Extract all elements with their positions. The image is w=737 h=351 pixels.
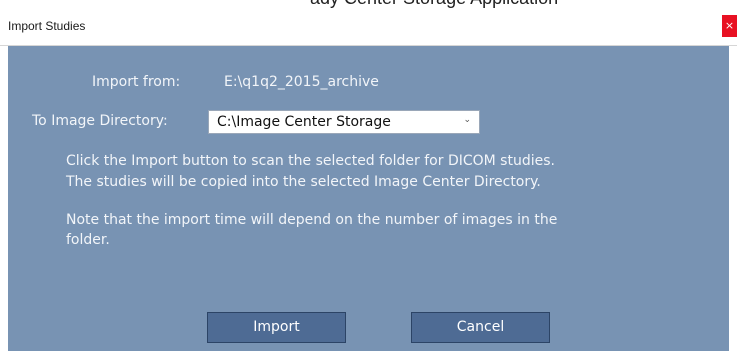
import-from-path: E:\q1q2_2015_archive [224,74,379,90]
image-directory-selected: C:\Image Center Storage [217,114,391,130]
import-studies-dialog: Import Studies × Import from: E:\q1q2_20… [0,8,737,351]
close-button[interactable]: × [722,15,737,37]
note-line-2: folder. [66,232,110,248]
description-line-1: Click the Import button to scan the sele… [66,153,555,169]
import-from-label: Import from: [92,74,181,90]
background-window-strip: ady Center Storage Application [0,0,737,8]
chevron-down-icon: ⌄ [463,115,471,125]
image-directory-select[interactable]: C:\Image Center Storage ⌄ [208,110,480,134]
title-bar: Import Studies × [0,8,737,46]
background-window-text: ady Center Storage Application [310,0,558,8]
note-line-1: Note that the import time will depend on… [66,212,558,228]
import-button[interactable]: Import [207,312,346,343]
dialog-body: Import from: E:\q1q2_2015_archive To Ima… [8,46,729,351]
close-icon: × [724,19,735,32]
cancel-button[interactable]: Cancel [411,312,550,343]
image-directory-label: To Image Directory: [32,113,168,129]
dialog-title: Import Studies [8,19,86,33]
description-line-2: The studies will be copied into the sele… [66,174,541,190]
